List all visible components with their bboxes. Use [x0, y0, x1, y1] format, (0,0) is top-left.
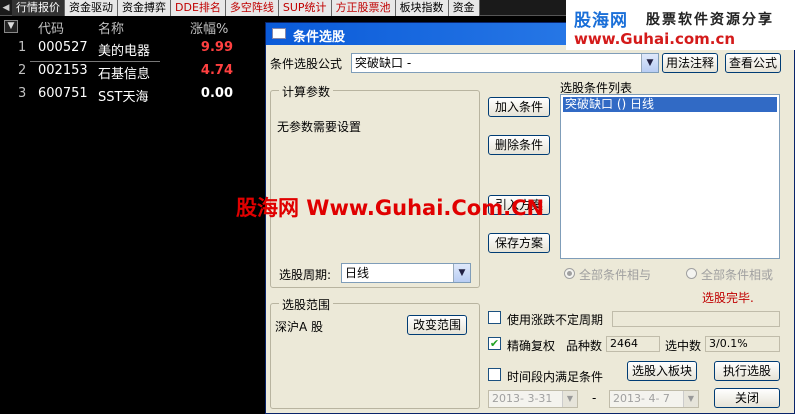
chevron-down-icon[interactable]: ▼ — [453, 264, 470, 282]
stock-row[interactable]: 2 002153 石基信息 4.74 — [0, 63, 265, 84]
close-button[interactable]: 关闭 — [714, 388, 780, 408]
row-number: 3 — [18, 86, 27, 101]
stock-pct: 9.99 — [200, 40, 233, 55]
view-formula-button[interactable]: 查看公式 — [725, 53, 781, 73]
date-separator: - — [592, 391, 597, 405]
stock-row[interactable]: 1 000527 美的电器 9.99 — [0, 40, 265, 61]
tab-sup-stats[interactable]: SUP统计 — [278, 0, 332, 16]
menu-down-icon[interactable]: ▼ — [4, 20, 18, 33]
tab-fund-drive[interactable]: 资金驱动 — [65, 0, 118, 16]
status-text: 选股完毕. — [702, 291, 754, 305]
radio-all-and-label: 全部条件相与 — [579, 268, 652, 282]
banner-url: www.Guhai.com.cn — [574, 30, 736, 48]
selected-label: 选中数 — [665, 339, 702, 353]
usage-note-button[interactable]: 用法注释 — [662, 53, 718, 73]
stock-name: 美的电器 — [98, 44, 151, 59]
range-group-title: 选股范围 — [279, 296, 334, 313]
stock-row[interactable]: 3 600751 SST天海 0.00 — [0, 86, 265, 107]
tab-sector-index[interactable]: 板块指数 — [395, 0, 449, 16]
selected-value: 3/0.1% — [705, 336, 780, 352]
tab-stock-pool[interactable]: 方正股票池 — [331, 0, 396, 16]
chevron-down-icon[interactable]: ▼ — [641, 54, 658, 72]
to-board-button[interactable]: 选股入板块 — [627, 361, 697, 381]
exact-adjust-label: 精确复权 — [507, 339, 556, 353]
save-plan-button[interactable]: 保存方案 — [488, 233, 550, 253]
stock-code: 000527 — [38, 40, 88, 55]
add-condition-button[interactable]: 加入条件 — [488, 97, 550, 117]
row-divider — [30, 61, 160, 62]
radio-all-or[interactable] — [686, 268, 697, 279]
variable-period-label: 使用涨跌不定周期 — [507, 313, 604, 327]
tab-dde-rank[interactable]: DDE排名 — [171, 0, 226, 16]
stock-code: 002153 — [38, 63, 88, 78]
time-range-label: 时间段内满足条件 — [507, 370, 604, 384]
change-range-button[interactable]: 改变范围 — [407, 315, 467, 335]
period-select[interactable]: 日线 ▼ — [341, 263, 471, 283]
formula-select[interactable]: 突破缺口 - ▼ — [351, 53, 659, 73]
execute-select-button[interactable]: 执行选股 — [714, 361, 780, 381]
chevron-down-icon[interactable]: ▼ — [683, 391, 698, 407]
list-item[interactable]: 突破缺口 () 日线 — [563, 97, 777, 112]
formula-label: 条件选股公式 — [270, 57, 343, 71]
tab-scroll-left-icon[interactable]: ◀ — [0, 0, 12, 16]
tab-long-short[interactable]: 多空阵线 — [225, 0, 279, 16]
period-value: 日线 — [345, 266, 370, 280]
date-from-value: 2013- 3-31 — [492, 392, 553, 405]
date-to-picker[interactable]: 2013- 4- 7 ▼ — [609, 390, 699, 408]
date-to-value: 2013- 4- 7 — [613, 392, 670, 405]
banner-tagline: 股票软件资源分享 — [646, 12, 774, 28]
tab-fund-game[interactable]: 资金搏弈 — [118, 0, 171, 16]
exact-adjust-checkbox[interactable]: ✔ — [488, 337, 501, 350]
params-text: 无参数需要设置 — [277, 120, 362, 134]
stock-pct: 4.74 — [200, 63, 233, 78]
count-value: 2464 — [606, 336, 660, 352]
range-group: 选股范围 深沪A 股 改变范围 — [270, 296, 480, 409]
window-icon — [272, 28, 286, 39]
row-number: 1 — [18, 40, 27, 55]
dialog-title: 条件选股 — [293, 30, 346, 45]
range-value: 深沪A 股 — [275, 320, 324, 334]
site-banner: 股海网 股票软件资源分享 www.Guhai.com.cn — [566, 0, 795, 50]
variable-period-checkbox[interactable] — [488, 311, 501, 324]
params-group: 计算参数 无参数需要设置 选股周期: 日线 ▼ — [270, 83, 480, 288]
radio-all-or-label: 全部条件相或 — [701, 268, 774, 282]
stock-code: 600751 — [38, 86, 88, 101]
chevron-down-icon[interactable]: ▼ — [562, 391, 577, 407]
condition-list[interactable]: 突破缺口 () 日线 — [560, 94, 780, 259]
count-label: 品种数 — [566, 339, 603, 353]
variable-period-field[interactable] — [612, 311, 780, 327]
period-label: 选股周期: — [279, 268, 332, 282]
stock-list-header: ▼ 代码 名称 涨幅% — [0, 17, 265, 37]
formula-value: 突破缺口 - — [355, 56, 412, 70]
banner-brand: 股海网 — [574, 11, 628, 31]
params-group-title: 计算参数 — [279, 83, 334, 100]
watermark-text: 股海网 Www.Guhai.Com.CN — [236, 196, 545, 220]
radio-all-and[interactable] — [564, 268, 575, 279]
header-pct[interactable]: 涨幅% — [190, 18, 228, 37]
row-number: 2 — [18, 63, 27, 78]
tab-quotes[interactable]: 行情报价 — [12, 0, 65, 16]
date-from-picker[interactable]: 2013- 3-31 ▼ — [488, 390, 578, 408]
delete-condition-button[interactable]: 删除条件 — [488, 135, 550, 155]
time-range-checkbox[interactable] — [488, 368, 501, 381]
stock-pct: 0.00 — [200, 86, 233, 101]
header-name[interactable]: 名称 — [98, 18, 124, 37]
header-code[interactable]: 代码 — [38, 18, 64, 37]
stock-name: 石基信息 — [98, 67, 151, 82]
tab-fund-more[interactable]: 资金 — [448, 0, 480, 16]
stock-name: SST天海 — [98, 90, 149, 105]
